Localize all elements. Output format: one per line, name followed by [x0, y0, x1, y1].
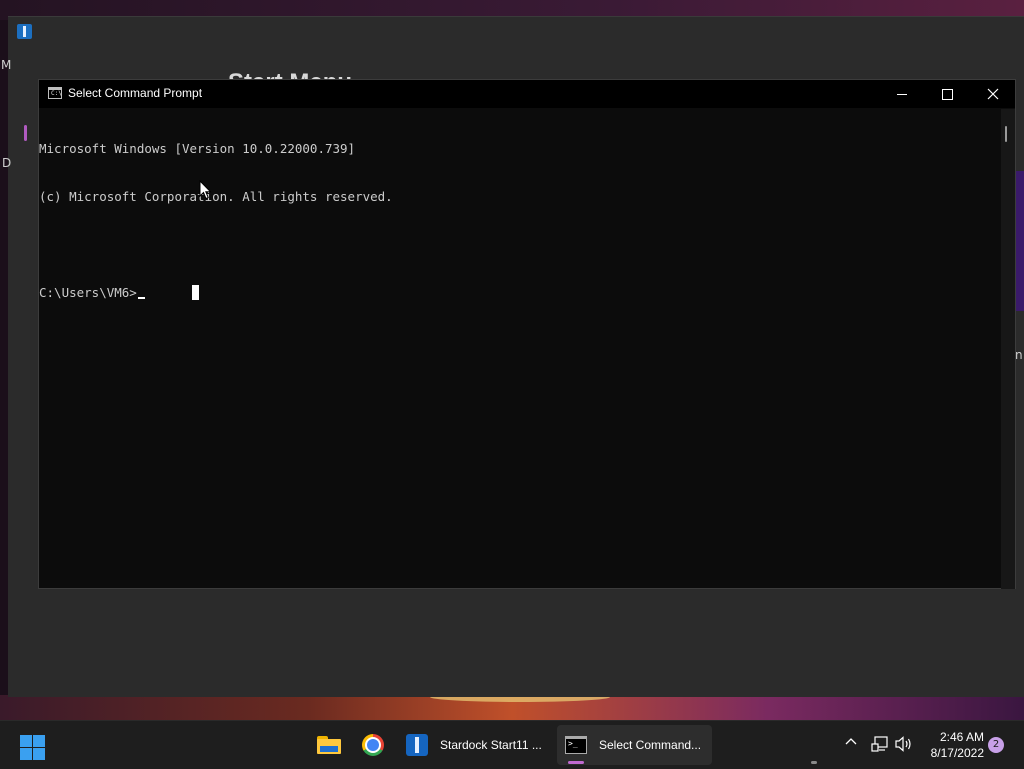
taskbar-file-explorer[interactable]: [311, 727, 347, 763]
cmd-titlebar[interactable]: C:\ Select Command Prompt: [39, 80, 1015, 108]
active-indicator: [568, 761, 584, 764]
minimize-icon: [897, 93, 907, 95]
background-left-letter: M: [1, 58, 12, 72]
chrome-icon: [362, 734, 384, 756]
command-prompt-window[interactable]: C:\ Select Command Prompt Microsoft Wind…: [38, 79, 1016, 589]
background-preview-panel: [1016, 171, 1024, 311]
taskbar-app-label: Stardock Start11 ...: [440, 738, 542, 752]
volume-icon[interactable]: [895, 736, 913, 752]
start11-icon: [406, 734, 428, 756]
cmd-icon: C:\: [48, 87, 62, 99]
maximize-icon: [941, 88, 953, 100]
taskbar: Stardock Start11 ... Select Command... 2…: [0, 720, 1024, 769]
minimize-button[interactable]: [879, 80, 925, 108]
console-scrollbar[interactable]: [1001, 109, 1015, 589]
mouse-pointer-icon: [199, 180, 212, 200]
clock-date: 8/17/2022: [930, 746, 984, 760]
folder-icon: [317, 736, 341, 754]
console-line: Microsoft Windows [Version 10.0.22000.73…: [39, 141, 356, 156]
taskbar-command-prompt[interactable]: Select Command...: [557, 725, 712, 765]
text-caret: [137, 297, 145, 299]
start-button[interactable]: [18, 733, 45, 760]
taskbar-start11[interactable]: Stardock Start11 ...: [398, 725, 817, 765]
background-right-letter: n: [1015, 348, 1023, 362]
console-prompt-line: C:\Users\VM6>: [39, 285, 1001, 301]
windows-logo-icon: [20, 735, 32, 747]
close-button[interactable]: [970, 80, 1016, 108]
cmd-icon: [565, 736, 587, 754]
taskbar-chrome[interactable]: [355, 727, 391, 763]
cmd-window-title: Select Command Prompt: [68, 86, 203, 100]
system-clock[interactable]: 2:46 AM 8/17/2022: [918, 729, 984, 761]
clock-time: 2:46 AM: [939, 730, 984, 744]
maximize-button[interactable]: [924, 80, 970, 108]
background-left-letter-2: D: [2, 156, 12, 170]
chevron-up-icon[interactable]: [844, 735, 858, 749]
nav-selection-accent: [24, 125, 27, 141]
close-icon: [987, 88, 999, 100]
network-icon[interactable]: [871, 736, 889, 752]
block-cursor: [192, 285, 199, 300]
console-line: (c) Microsoft Corporation. All rights re…: [39, 189, 393, 204]
taskbar-app-label: Select Command...: [599, 738, 702, 752]
console-output[interactable]: Microsoft Windows [Version 10.0.22000.73…: [39, 109, 1001, 589]
notification-badge[interactable]: 2: [988, 737, 1004, 753]
console-prompt: C:\Users\VM6>: [39, 285, 137, 300]
running-indicator: [811, 761, 817, 764]
start11-app-icon: [17, 24, 32, 39]
scrollbar-thumb[interactable]: [1005, 126, 1007, 142]
